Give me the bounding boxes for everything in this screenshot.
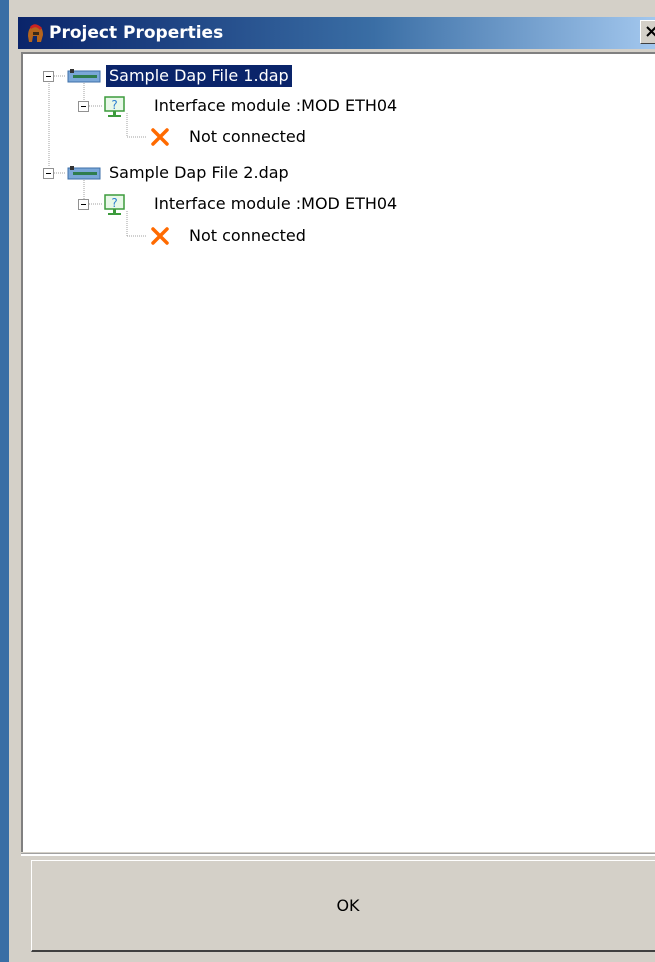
disconnected-x-icon (151, 227, 169, 245)
collapse-toggle-icon[interactable] (78, 199, 89, 210)
close-button[interactable] (640, 20, 655, 44)
close-x-icon (646, 26, 655, 37)
window-title: Project Properties (49, 23, 224, 43)
svg-text:?: ? (111, 98, 117, 112)
ok-button-label: OK (336, 896, 360, 915)
tree-node-status-2[interactable]: Not connected (23, 225, 423, 247)
tree-node-label: Sample Dap File 2.dap (109, 163, 289, 182)
tree-node-file-2[interactable]: Sample Dap File 2.dap (23, 162, 423, 184)
tree-node-label: Interface module :MOD ETH04 (154, 96, 398, 115)
spartan-helmet-icon (28, 24, 43, 42)
collapse-toggle-icon[interactable] (43, 71, 54, 82)
title-bar[interactable]: Project Properties (18, 17, 655, 49)
device-icon (67, 69, 101, 83)
project-properties-window: Project Properties Sample Dap File 1.dap… (0, 0, 655, 962)
tree-node-label: Interface module :MOD ETH04 (154, 194, 398, 213)
project-tree[interactable]: Sample Dap File 1.dap ? Interface module… (21, 52, 655, 852)
interface-module-icon: ? (104, 96, 125, 117)
tree-node-interface-1[interactable]: ? Interface module :MOD ETH04 (23, 95, 483, 117)
ok-button[interactable]: OK (31, 860, 655, 952)
footer-divider (21, 853, 655, 856)
svg-text:?: ? (111, 196, 117, 210)
disconnected-x-icon (151, 128, 169, 146)
collapse-toggle-icon[interactable] (78, 101, 89, 112)
device-icon (67, 166, 101, 180)
tree-node-label: Sample Dap File 1.dap (106, 65, 292, 87)
tree-node-label: Not connected (189, 127, 306, 146)
collapse-toggle-icon[interactable] (43, 168, 54, 179)
tree-node-status-1[interactable]: Not connected (23, 126, 423, 148)
tree-node-label: Not connected (189, 226, 306, 245)
tree-node-file-1[interactable]: Sample Dap File 1.dap (23, 65, 423, 87)
interface-module-icon: ? (104, 194, 125, 215)
tree-node-interface-2[interactable]: ? Interface module :MOD ETH04 (23, 193, 483, 215)
